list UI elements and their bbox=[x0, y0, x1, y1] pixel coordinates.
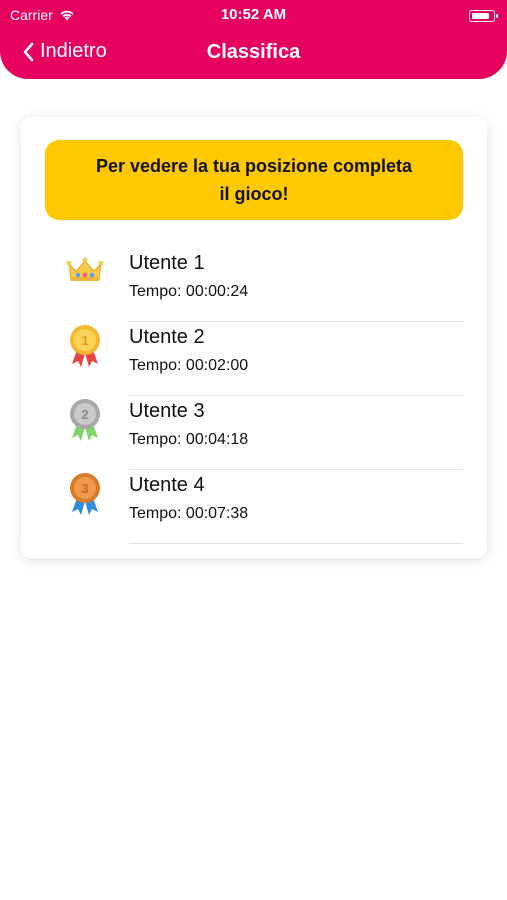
user-name: Utente 1 bbox=[129, 252, 205, 274]
svg-text:2: 2 bbox=[81, 407, 88, 422]
user-time: Tempo: 00:02:00 bbox=[129, 357, 249, 374]
silver-medal-icon: 2 bbox=[70, 399, 100, 441]
svg-text:3: 3 bbox=[81, 481, 88, 496]
status-bar: Carrier 10:52 AM bbox=[0, 4, 507, 24]
nav-header: Carrier 10:52 AM Indietro Classifica bbox=[0, 0, 507, 79]
leaderboard-row: 3 Utente 4 Tempo: 00:07:38 bbox=[21, 472, 487, 546]
crown-icon bbox=[66, 257, 104, 281]
page-title: Classifica bbox=[206, 41, 301, 63]
bronze-medal-icon: 3 bbox=[70, 473, 100, 515]
info-banner: Per vedere la tua posizione completa il … bbox=[45, 140, 463, 220]
leaderboard-row: 2 Utente 3 Tempo: 00:04:18 bbox=[21, 398, 487, 472]
user-time: Tempo: 00:00:24 bbox=[129, 283, 249, 300]
user-name: Utente 3 bbox=[129, 400, 205, 422]
row-divider bbox=[129, 321, 463, 322]
leaderboard-row: Utente 1 Tempo: 00:00:24 bbox=[21, 250, 487, 324]
user-time: Tempo: 00:04:18 bbox=[129, 431, 249, 448]
banner-line-1: Per vedere la tua posizione completa bbox=[95, 156, 413, 176]
battery-level bbox=[471, 12, 489, 19]
battery-icon bbox=[469, 10, 498, 22]
status-time: 10:52 AM bbox=[220, 6, 287, 23]
banner-line-2: il gioco! bbox=[219, 184, 289, 204]
svg-text:1: 1 bbox=[81, 333, 88, 348]
row-divider bbox=[129, 543, 463, 544]
leaderboard-card: Per vedere la tua posizione completa il … bbox=[21, 117, 487, 558]
leaderboard-row: 1 Utente 2 Tempo: 00:02:00 bbox=[21, 324, 487, 398]
gold-medal-icon: 1 bbox=[70, 325, 100, 367]
row-divider bbox=[129, 395, 463, 396]
row-divider bbox=[129, 469, 463, 470]
user-time: Tempo: 00:07:38 bbox=[129, 505, 249, 522]
user-name: Utente 2 bbox=[129, 326, 205, 348]
user-name: Utente 4 bbox=[129, 474, 205, 496]
